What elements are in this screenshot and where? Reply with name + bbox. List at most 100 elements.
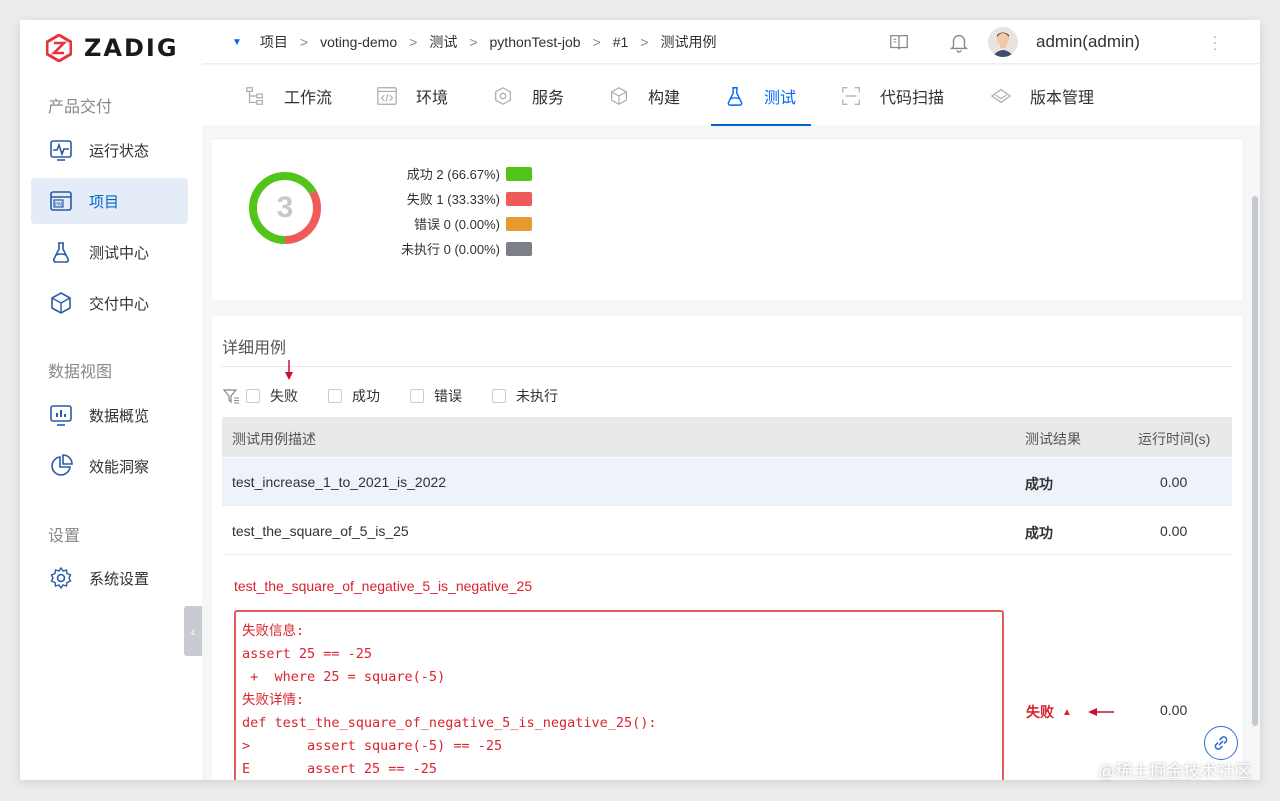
tab-label: 版本管理 xyxy=(1030,90,1095,107)
sidebar-item-label: 效能洞察 xyxy=(89,458,150,476)
tab-label: 服务 xyxy=(532,90,565,107)
tab-label: 环境 xyxy=(416,90,449,107)
breadcrumb-item[interactable]: pythonTest-job xyxy=(490,34,581,50)
tab-build[interactable]: 构建 xyxy=(608,65,680,127)
environment-code-icon xyxy=(377,87,397,105)
breadcrumb-separator: > xyxy=(640,34,649,50)
docs-book-icon[interactable] xyxy=(888,31,910,53)
package-cube-icon xyxy=(51,292,71,314)
section-title-settings: 设置 xyxy=(48,528,81,545)
scrollbar-thumb[interactable] xyxy=(1252,196,1258,726)
chevron-left-icon: ‹ xyxy=(190,623,196,639)
legend-swatch xyxy=(506,216,532,231)
case-name: test_increase_1_to_2021_is_2022 xyxy=(232,474,447,490)
tab-label: 测试 xyxy=(764,90,797,107)
case-result: 成功 xyxy=(1025,476,1053,492)
avatar[interactable] xyxy=(988,27,1018,57)
output-line: assert 25 == -25 xyxy=(242,646,373,662)
sidebar-item-label: 数据概览 xyxy=(89,407,150,425)
bell-icon[interactable] xyxy=(948,31,970,53)
checkbox[interactable] xyxy=(492,389,506,403)
sidebar-item-data-overview[interactable]: 数据概览 xyxy=(31,392,188,438)
sidebar-item-insight[interactable]: 效能洞察 xyxy=(31,443,188,489)
table-row: test_increase_1_to_2021_is_2022 成功 0.00 xyxy=(222,458,1232,506)
sidebar-item-status[interactable]: 运行状态 xyxy=(31,127,188,173)
workflow-icon xyxy=(246,87,263,105)
breadcrumb-current: 测试用例 xyxy=(660,34,717,50)
legend-label: 未执行 0 (0.00%) xyxy=(401,242,500,257)
detail-cases-card: 详细用例 失败 成功 错误 未执行 测试用例描述 测试结果 运行时间(s) te… xyxy=(212,316,1242,780)
breadcrumb-separator: > xyxy=(469,34,478,50)
breadcrumb-item[interactable]: #1 xyxy=(613,34,629,50)
case-duration: 0.00 xyxy=(1160,474,1188,490)
filter-fail[interactable]: 失败 xyxy=(246,386,298,406)
filter-success[interactable]: 成功 xyxy=(328,386,380,406)
bar-chart-monitor-icon xyxy=(50,405,72,426)
checkbox[interactable] xyxy=(246,389,260,403)
breadcrumb-item[interactable]: 项目 xyxy=(260,32,288,52)
section-title-data-view: 数据视图 xyxy=(48,364,113,381)
failed-case-result-toggle[interactable]: 失败 ▲ xyxy=(1026,702,1072,722)
flask-icon xyxy=(52,242,70,263)
section-title-delivery: 产品交付 xyxy=(48,99,113,116)
caret-up-icon: ▲ xyxy=(1062,706,1072,718)
tab-label: 构建 xyxy=(648,90,681,107)
tab-version-management[interactable]: 版本管理 xyxy=(990,65,1094,127)
top-header: ▼ 项目 > voting-demo > 测试 > pythonTest-job… xyxy=(202,20,1260,64)
case-result: 失败 xyxy=(1026,704,1054,720)
app-window: ZADIG 产品交付 运行状态 PM 项目 测试中心 交付中心 数据视图 数据概… xyxy=(20,20,1260,780)
sidebar-item-delivery-center[interactable]: 交付中心 xyxy=(31,280,188,326)
output-line: 失败详情: xyxy=(242,692,305,708)
sidebar-item-label: 交付中心 xyxy=(89,295,150,313)
filter-icon[interactable] xyxy=(222,387,240,405)
more-vertical-icon[interactable]: · · · xyxy=(1210,29,1220,55)
case-result: 成功 xyxy=(1025,525,1053,541)
user-name[interactable]: admin(admin) xyxy=(1036,32,1140,52)
logo-text: ZADIG xyxy=(84,34,179,62)
logo[interactable]: ZADIG xyxy=(46,34,179,62)
sidebar-item-label: 项目 xyxy=(89,193,120,211)
case-duration: 0.00 xyxy=(1160,702,1188,718)
tab-test[interactable]: 测试 xyxy=(724,65,796,127)
sidebar-item-test-center[interactable]: 测试中心 xyxy=(31,229,188,275)
sidebar-item-label: 测试中心 xyxy=(89,244,150,262)
caret-down-icon[interactable]: ▼ xyxy=(232,37,242,48)
sidebar: ZADIG 产品交付 运行状态 PM 项目 测试中心 交付中心 数据视图 数据概… xyxy=(20,20,202,780)
pulse-monitor-icon xyxy=(50,140,72,161)
legend-swatch xyxy=(506,191,532,206)
legend-item-unexecuted: 未执行 0 (0.00%) xyxy=(382,236,532,261)
version-diamond-icon xyxy=(990,88,1012,104)
flask-icon xyxy=(727,87,743,106)
tab-code-scan[interactable]: 代码扫描 xyxy=(840,65,944,127)
tab-environment[interactable]: 环境 xyxy=(376,65,448,127)
legend-swatch xyxy=(506,241,532,256)
filter-unexecuted[interactable]: 未执行 xyxy=(492,386,558,406)
output-line: def test_the_square_of_negative_5_is_neg… xyxy=(242,715,657,731)
sidebar-item-label: 运行状态 xyxy=(89,142,150,160)
output-line: E assert 25 == -25 xyxy=(242,761,438,777)
column-header-duration: 运行时间(s) xyxy=(1138,431,1211,447)
filter-label: 成功 xyxy=(352,388,380,404)
build-cube-icon xyxy=(611,87,627,105)
sidebar-item-project[interactable]: PM 项目 xyxy=(31,178,188,224)
section-title: 详细用例 xyxy=(222,340,287,357)
legend-item-error: 错误 0 (0.00%) xyxy=(382,211,532,236)
sidebar-item-system-settings[interactable]: 系统设置 xyxy=(31,555,188,601)
checkbox[interactable] xyxy=(410,389,424,403)
legend-label: 错误 0 (0.00%) xyxy=(414,217,500,232)
tab-workflow[interactable]: 工作流 xyxy=(244,65,332,127)
checkbox[interactable] xyxy=(328,389,342,403)
filter-error[interactable]: 错误 xyxy=(410,386,462,406)
tab-service[interactable]: 服务 xyxy=(492,65,564,127)
legend-label: 失败 1 (33.33%) xyxy=(406,192,500,207)
sidebar-collapse-button[interactable]: ‹ xyxy=(184,606,202,656)
case-duration: 0.00 xyxy=(1160,523,1188,539)
breadcrumb-separator: > xyxy=(299,34,309,50)
zadig-logo-icon xyxy=(46,34,72,62)
share-link-button[interactable] xyxy=(1204,726,1238,760)
tab-label: 工作流 xyxy=(284,90,333,107)
breadcrumb-separator: > xyxy=(409,34,418,50)
breadcrumb-item[interactable]: 测试 xyxy=(429,32,457,52)
breadcrumb-separator: > xyxy=(592,34,601,50)
breadcrumb-item[interactable]: voting-demo xyxy=(320,34,397,50)
